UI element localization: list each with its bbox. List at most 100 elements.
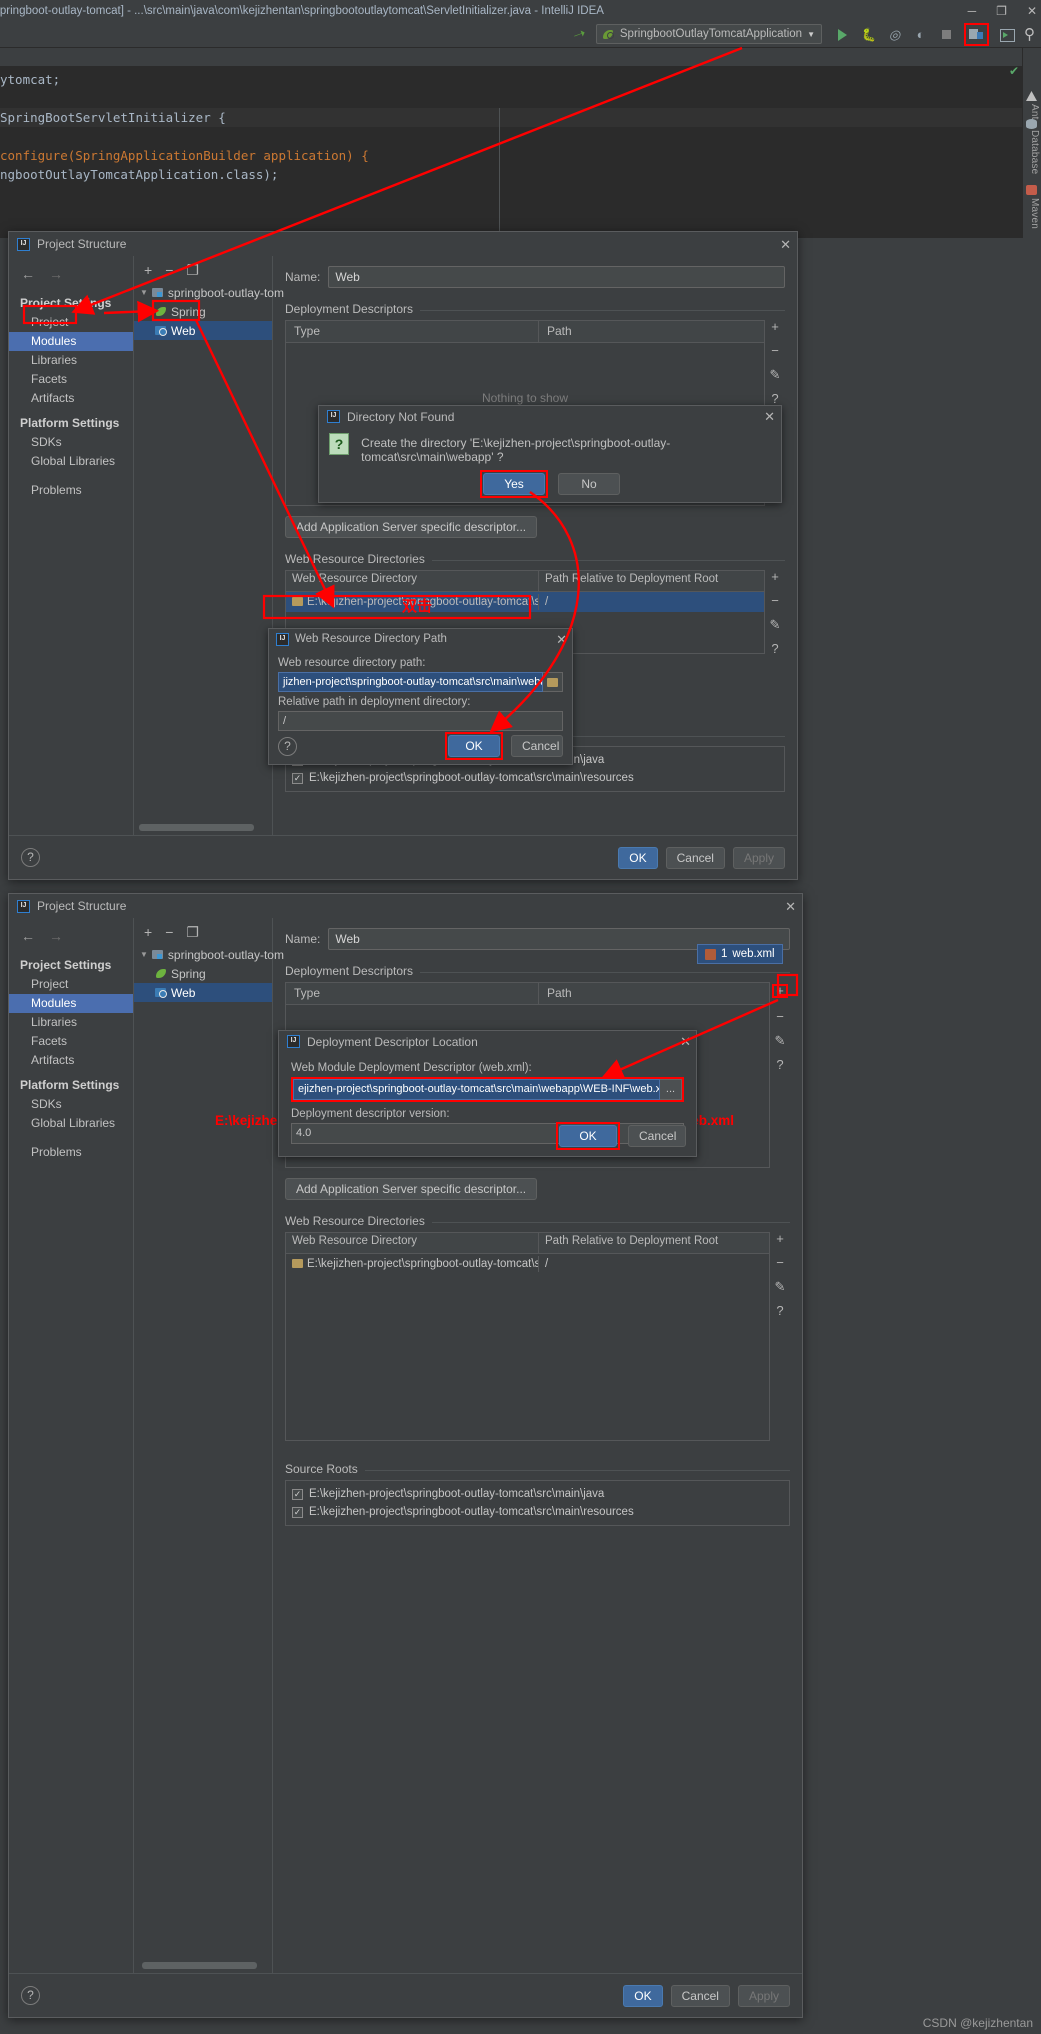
sidebar-item-problems[interactable]: Problems	[9, 1143, 133, 1162]
horizontal-scrollbar[interactable]	[142, 1962, 257, 1969]
sidebar-item-facets[interactable]: Facets	[9, 370, 133, 389]
web-resource-dirs-table[interactable]: Web Resource Directory Path Relative to …	[285, 1232, 770, 1441]
tool-window-maven[interactable]: Maven	[1029, 198, 1040, 229]
sidebar-item-modules[interactable]: Modules	[9, 332, 133, 351]
remove-web-resource-icon[interactable]: −	[771, 594, 779, 607]
module-name-input[interactable]: Web	[328, 266, 785, 288]
search-everywhere-icon[interactable]: ⚲	[1024, 26, 1035, 43]
webxml-descriptor-badge[interactable]: 1 web.xml	[697, 944, 783, 964]
sidebar-item-project[interactable]: Project	[9, 975, 133, 994]
sidebar-item-global-libraries[interactable]: Global Libraries	[9, 1114, 133, 1133]
yes-button[interactable]: Yes	[483, 473, 545, 495]
help-icon[interactable]: ?	[21, 1986, 40, 2005]
sidebar-item-libraries[interactable]: Libraries	[9, 1013, 133, 1032]
add-descriptor-icon[interactable]: +	[776, 983, 784, 998]
edit-web-resource-icon[interactable]: ✎	[775, 1280, 786, 1293]
chevron-down-icon[interactable]: ▼	[140, 950, 148, 959]
table-row[interactable]: E:\kejizhen-project\springboot-outlay-to…	[286, 1254, 769, 1274]
back-arrow-icon[interactable]: ←	[21, 928, 35, 944]
list-item[interactable]: ✓ E:\kejizhen-project\springboot-outlay-…	[292, 1503, 783, 1521]
close-icon[interactable]: ✕	[1027, 5, 1037, 17]
debug-icon[interactable]: 🐛	[860, 26, 877, 43]
help-web-resource-icon[interactable]: ?	[776, 1304, 783, 1317]
web-resource-dir-path-input[interactable]: jizhen-project\springboot-outlay-tomcat\…	[278, 672, 543, 692]
tree-node-spring[interactable]: Spring	[134, 964, 272, 983]
add-application-server-descriptor-button[interactable]: Add Application Server specific descript…	[285, 516, 538, 538]
ok-button[interactable]: OK	[618, 846, 658, 869]
add-web-resource-icon[interactable]: +	[771, 570, 779, 583]
webxml-path-combo[interactable]: ejizhen-project\springboot-outlay-tomcat…	[293, 1079, 660, 1100]
apply-button[interactable]: Apply	[737, 1984, 790, 2007]
sidebar-item-project[interactable]: Project	[9, 313, 133, 332]
run-with-coverage-icon[interactable]: ◎	[886, 26, 903, 43]
cancel-button[interactable]: Cancel	[511, 735, 563, 757]
tree-node-module[interactable]: ▼ springboot-outlay-tom	[134, 945, 284, 964]
remove-web-resource-icon[interactable]: −	[776, 1256, 784, 1269]
stop-icon[interactable]	[938, 26, 955, 43]
maximize-icon[interactable]: ❐	[996, 5, 1007, 17]
remove-descriptor-icon[interactable]: −	[771, 344, 779, 357]
browse-folder-button[interactable]	[543, 672, 563, 692]
select-target-icon[interactable]	[998, 26, 1015, 43]
add-web-resource-icon[interactable]: +	[776, 1232, 784, 1245]
relative-path-input[interactable]: /	[278, 711, 563, 731]
chevron-down-icon[interactable]: ▼	[140, 288, 148, 297]
chevron-down-icon[interactable]: ▼	[807, 30, 815, 39]
remove-descriptor-icon[interactable]: −	[776, 1010, 784, 1023]
checkbox[interactable]: ✓	[292, 1506, 303, 1518]
add-module-icon[interactable]: +	[144, 925, 152, 939]
table-row[interactable]: E:\kejizhen-project\springboot-outlay-to…	[286, 592, 764, 612]
sidebar-item-modules[interactable]: Modules	[9, 994, 133, 1013]
sidebar-item-global-libraries[interactable]: Global Libraries	[9, 452, 133, 471]
help-descriptor-icon[interactable]: ?	[776, 1058, 783, 1071]
edit-web-resource-icon[interactable]: ✎	[770, 618, 781, 631]
sidebar-item-sdks[interactable]: SDKs	[9, 1095, 133, 1114]
remove-module-icon[interactable]: −	[165, 263, 173, 277]
back-arrow-icon[interactable]: ←	[21, 266, 35, 282]
cancel-button[interactable]: Cancel	[628, 1125, 686, 1147]
copy-module-icon[interactable]: ❐	[186, 925, 199, 939]
tree-node-module[interactable]: ▼ springboot-outlay-tom	[134, 283, 284, 302]
sidebar-item-problems[interactable]: Problems	[9, 481, 133, 500]
sidebar-item-libraries[interactable]: Libraries	[9, 351, 133, 370]
help-icon[interactable]: ?	[278, 736, 297, 756]
edit-descriptor-icon[interactable]: ✎	[775, 1034, 786, 1047]
ok-button[interactable]: OK	[448, 735, 500, 757]
minimize-icon[interactable]: ─	[968, 5, 977, 17]
help-icon[interactable]: ?	[21, 848, 40, 867]
source-roots-list[interactable]: ✓ E:\kejizhen-project\springboot-outlay-…	[285, 1480, 790, 1526]
no-button[interactable]: No	[558, 473, 620, 495]
run-icon[interactable]	[834, 26, 851, 43]
remove-module-icon[interactable]: −	[165, 925, 173, 939]
help-descriptor-icon[interactable]: ?	[771, 392, 778, 405]
dialog2-close-icon[interactable]: ✕	[785, 900, 796, 913]
wrdp-close-icon[interactable]: ✕	[556, 633, 567, 646]
add-descriptor-icon[interactable]: +	[771, 320, 779, 333]
tool-window-database[interactable]: Database	[1029, 130, 1040, 174]
cancel-button[interactable]: Cancel	[665, 846, 725, 869]
dnf-close-icon[interactable]: ✕	[764, 410, 775, 423]
project-structure-icon[interactable]	[969, 27, 984, 41]
project-structure-button-highlight[interactable]	[964, 22, 989, 46]
cancel-button[interactable]: Cancel	[670, 1984, 730, 2007]
dialog1-close-icon[interactable]: ✕	[780, 238, 791, 251]
sidebar-item-artifacts[interactable]: Artifacts	[9, 1051, 133, 1070]
tree-node-web[interactable]: Web	[134, 983, 272, 1002]
edit-descriptor-icon[interactable]: ✎	[770, 368, 781, 381]
add-application-server-descriptor-button[interactable]: Add Application Server specific descript…	[285, 1178, 538, 1200]
sidebar-item-sdks[interactable]: SDKs	[9, 433, 133, 452]
ok-button[interactable]: OK	[623, 1984, 663, 2007]
ok-button[interactable]: OK	[559, 1125, 617, 1147]
tree-node-web[interactable]: Web	[134, 321, 272, 340]
add-module-icon[interactable]: +	[144, 263, 152, 277]
profiler-icon[interactable]: ◐	[912, 26, 929, 43]
tree-node-spring[interactable]: Spring	[134, 302, 272, 321]
browse-button[interactable]: ...	[660, 1079, 682, 1100]
list-item[interactable]: ✓ E:\kejizhen-project\springboot-outlay-…	[292, 1485, 783, 1503]
list-item[interactable]: ✓ E:\kejizhen-project\springboot-outlay-…	[292, 769, 778, 787]
ddloc-close-icon[interactable]: ✕	[680, 1035, 691, 1048]
checkbox[interactable]: ✓	[292, 772, 303, 784]
code-content[interactable]: ytomcat; SpringBootServletInitializer { …	[0, 70, 1041, 184]
run-configuration-selector[interactable]: SpringbootOutlayTomcatApplication ▼	[595, 24, 822, 44]
apply-button[interactable]: Apply	[732, 846, 785, 869]
